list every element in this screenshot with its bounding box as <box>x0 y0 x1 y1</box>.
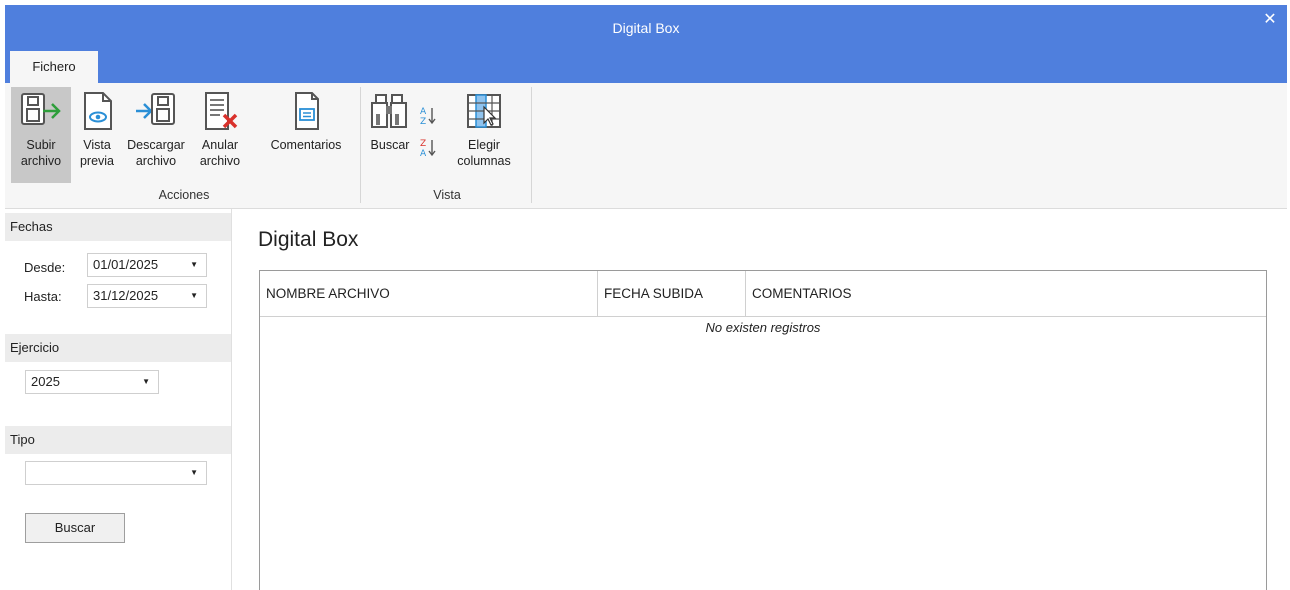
cancel-file-icon <box>205 92 238 130</box>
download-file-label-2: archivo <box>135 154 177 168</box>
section-header-ejercicio: Ejercicio <box>5 334 231 362</box>
ribbon-group-separator <box>531 87 532 203</box>
ejercicio-value: 2025 <box>31 374 60 389</box>
chevron-down-icon: ▼ <box>190 260 198 269</box>
cancel-file-button[interactable]: Anular archivo <box>189 87 251 183</box>
hasta-date-picker[interactable]: 31/12/2025 ▼ <box>87 284 207 308</box>
upload-file-label-2: archivo <box>20 154 62 168</box>
upload-file-button[interactable]: Subir archivo <box>11 87 71 183</box>
desde-date-picker[interactable]: 01/01/2025 ▼ <box>87 253 207 277</box>
chevron-down-icon: ▼ <box>190 291 198 300</box>
grid-header: NOMBRE ARCHIVO FECHA SUBIDA COMENTARIOS <box>260 271 1266 317</box>
close-button[interactable]: ✕ <box>1259 9 1281 31</box>
filter-panel: Fechas Desde: 01/01/2025 ▼ Hasta: 31/12/… <box>5 209 232 590</box>
svg-text:A: A <box>420 149 427 157</box>
tab-fichero[interactable]: Fichero <box>10 51 98 83</box>
hasta-value: 31/12/2025 <box>93 288 159 303</box>
window-title: Digital Box <box>612 20 680 36</box>
cancel-file-label-2: archivo <box>199 154 241 168</box>
svg-text:Z: Z <box>420 139 426 149</box>
download-file-button[interactable]: Descargar archivo <box>123 87 189 183</box>
choose-columns-label-2: columnas <box>457 154 511 168</box>
find-label: Buscar <box>370 138 410 152</box>
comments-button[interactable]: Comentarios <box>259 87 353 183</box>
choose-columns-button[interactable]: Elegir columnas <box>441 87 527 183</box>
preview-label-1: Vista <box>83 138 111 152</box>
binoculars-icon <box>371 94 407 128</box>
hasta-label: Hasta: <box>24 289 62 304</box>
section-header-tipo: Tipo <box>5 426 231 454</box>
upload-file-label-1: Subir <box>26 138 56 152</box>
sort-descending-icon[interactable]: Z A <box>419 137 437 157</box>
cancel-file-label-1: Anular <box>201 138 239 152</box>
chevron-down-icon: ▼ <box>190 468 198 477</box>
comments-label: Comentarios <box>270 138 342 152</box>
sort-ascending-icon[interactable]: A Z <box>419 105 437 125</box>
upload-file-icon <box>21 93 61 125</box>
title-bar: Digital Box ✕ <box>5 5 1287 51</box>
group-label-vista: Vista <box>433 188 461 202</box>
ejercicio-select[interactable]: 2025 ▼ <box>25 370 159 394</box>
tab-strip: Fichero <box>5 51 1287 83</box>
svg-text:A: A <box>420 107 427 117</box>
column-header-nombre-archivo[interactable]: NOMBRE ARCHIVO <box>260 271 598 316</box>
download-file-icon <box>136 93 175 125</box>
preview-label-2: previa <box>79 154 115 168</box>
chevron-down-icon: ▼ <box>142 377 150 386</box>
comments-icon <box>295 92 319 130</box>
desde-label: Desde: <box>24 260 66 275</box>
search-button[interactable]: Buscar <box>25 513 125 543</box>
preview-icon <box>84 92 112 130</box>
empty-message: No existen registros <box>705 320 821 335</box>
svg-text:Z: Z <box>420 117 426 125</box>
ribbon-group-separator <box>360 87 361 203</box>
preview-button[interactable]: Vista previa <box>71 87 123 183</box>
group-label-acciones: Acciones <box>158 188 210 202</box>
ribbon: Subir archivo Vista previa Descargar arc… <box>5 83 1287 209</box>
choose-columns-label-1: Elegir <box>468 138 500 152</box>
close-icon: ✕ <box>1263 11 1277 28</box>
column-header-fecha-subida[interactable]: FECHA SUBIDA <box>598 271 746 316</box>
download-file-label-1: Descargar <box>127 138 185 152</box>
choose-columns-icon <box>467 94 501 128</box>
desde-value: 01/01/2025 <box>93 257 159 272</box>
page-title: Digital Box <box>258 228 359 251</box>
records-grid: NOMBRE ARCHIVO FECHA SUBIDA COMENTARIOS … <box>259 270 1267 590</box>
section-header-fechas: Fechas <box>5 213 231 241</box>
find-button[interactable]: Buscar <box>365 87 415 183</box>
column-header-comentarios[interactable]: COMENTARIOS <box>746 271 1266 316</box>
tipo-select[interactable]: ▼ <box>25 461 207 485</box>
